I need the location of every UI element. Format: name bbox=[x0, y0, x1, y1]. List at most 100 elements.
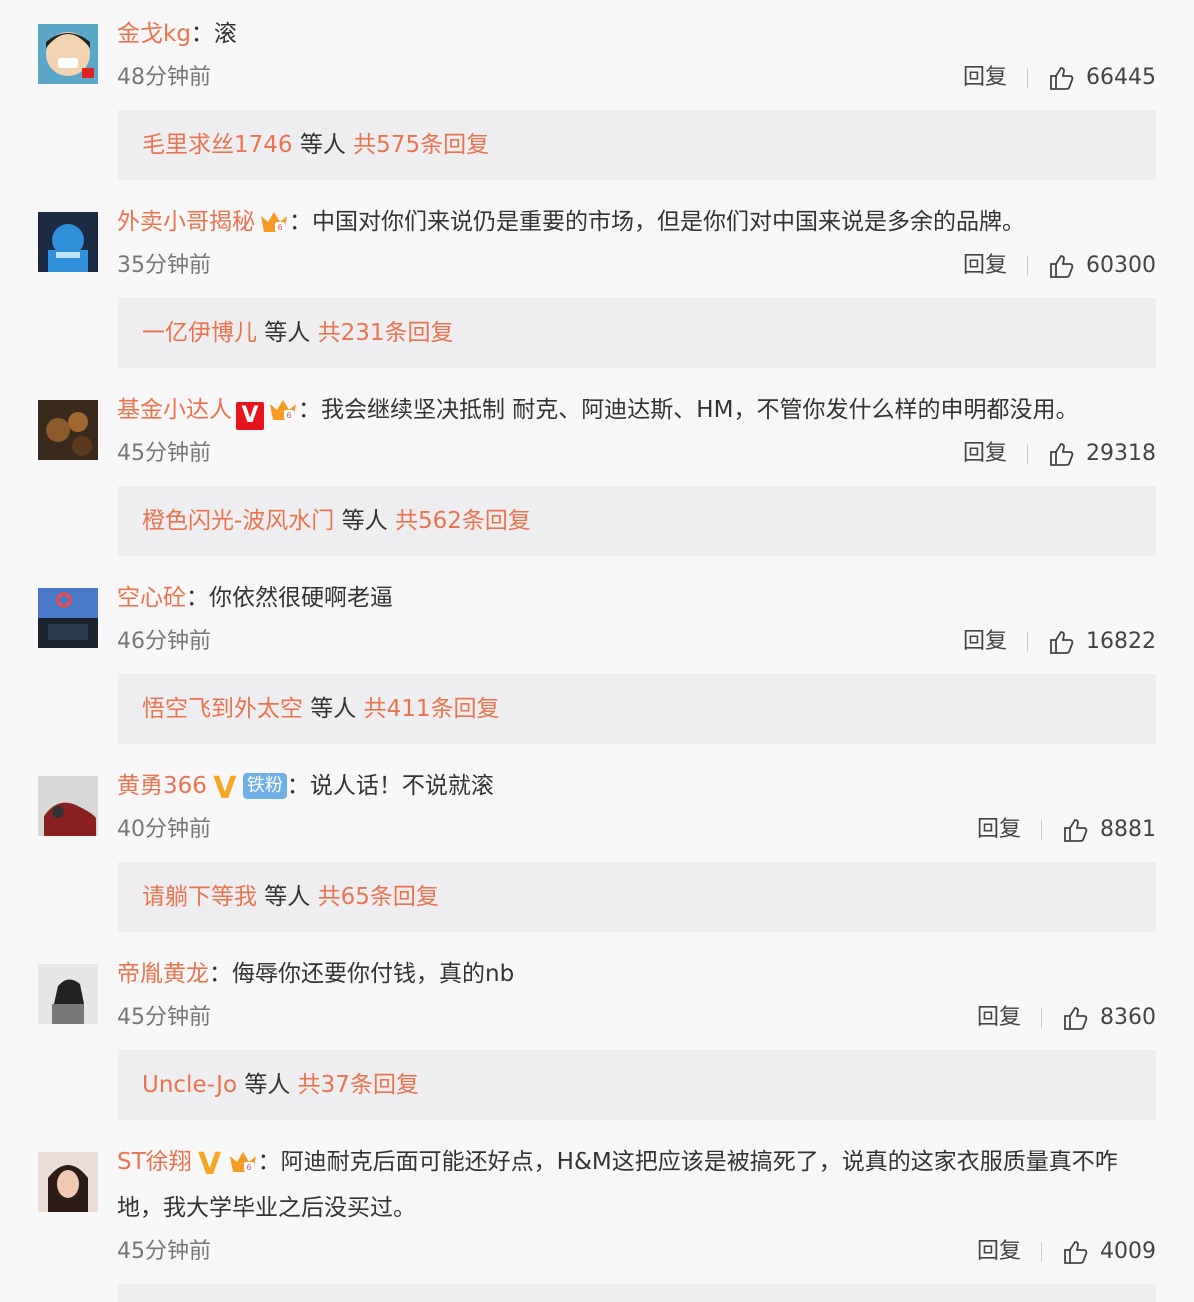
reply-summary[interactable]: 橙色闪光-波风水门 等人 共562条回复 bbox=[118, 486, 1156, 556]
reply-username[interactable]: Uncle-Jo bbox=[142, 1072, 237, 1098]
comment-meta: 45分钟前 回复 4009 bbox=[117, 1234, 1156, 1270]
reply-username[interactable]: 悟空飞到外太空 bbox=[142, 696, 303, 722]
comment-meta: 48分钟前 回复 66445 bbox=[117, 60, 1156, 96]
username[interactable]: 黄勇366 bbox=[117, 773, 207, 799]
comment-actions: 回复 29318 bbox=[963, 436, 1156, 472]
divider bbox=[1041, 820, 1042, 840]
comment-meta: 45分钟前 回复 29318 bbox=[117, 436, 1156, 472]
comment-actions: 回复 60300 bbox=[963, 248, 1156, 284]
fan-badge: 铁粉 bbox=[242, 773, 287, 799]
vip-crown-icon: 6 bbox=[261, 212, 287, 232]
reply-summary[interactable]: 悟空飞到外太空 等人 共411条回复 bbox=[118, 674, 1156, 744]
reply-button[interactable]: 回复 bbox=[977, 812, 1021, 848]
reply-total-link[interactable]: 共562条回复 bbox=[395, 508, 531, 534]
comment-text: 我会继续坚决抵制 耐克、阿迪达斯、HM，不管你发什么样的申明都没用。 bbox=[321, 397, 1079, 423]
verified-v-icon: V bbox=[213, 771, 237, 806]
timestamp: 35分钟前 bbox=[117, 253, 211, 278]
comment-meta: 46分钟前 回复 16822 bbox=[117, 624, 1156, 660]
username[interactable]: 外卖小哥揭秘 bbox=[117, 209, 255, 235]
comment-text: 滚 bbox=[213, 21, 237, 47]
comment-line: ST徐翔 V 6 ：阿迪耐克后面可能还好点，H&M这把应该是被搞死了，说真的这家衣服质… bbox=[117, 1139, 1154, 1231]
reply-username[interactable]: 橙色闪光-波风水门 bbox=[142, 508, 334, 534]
reply-button[interactable]: 回复 bbox=[963, 436, 1007, 472]
comment-item: 基金小达人 V 6 ：我会继续坚决抵制 耐克、阿迪达斯、HM，不管你发什么样的申明都没… bbox=[0, 376, 1194, 564]
username[interactable]: ST徐翔 bbox=[117, 1149, 192, 1175]
colon: ： bbox=[257, 1149, 281, 1175]
avatar[interactable] bbox=[38, 1152, 98, 1212]
comment-line: 金戈kg：滚 bbox=[117, 16, 1154, 52]
reply-mid-text: 等人 bbox=[257, 884, 318, 910]
avatar[interactable] bbox=[38, 24, 98, 84]
reply-summary[interactable]: 一亿伊博儿 等人 共231条回复 bbox=[118, 298, 1156, 368]
timestamp: 45分钟前 bbox=[117, 1005, 211, 1030]
reply-total-link[interactable]: 共411条回复 bbox=[364, 696, 500, 722]
svg-text:6: 6 bbox=[277, 223, 282, 232]
thumbs-up-icon[interactable] bbox=[1062, 1238, 1090, 1266]
avatar[interactable] bbox=[38, 400, 98, 460]
reply-button[interactable]: 回复 bbox=[977, 1000, 1021, 1036]
comment-line: 黄勇366 V 铁粉 ：说人话！不说就滚 bbox=[117, 768, 1154, 804]
colon: ： bbox=[289, 209, 312, 235]
reply-username[interactable]: 毛里求丝1746 bbox=[142, 132, 293, 158]
reply-button[interactable]: 回复 bbox=[963, 60, 1007, 96]
comment-actions: 回复 8360 bbox=[977, 1000, 1156, 1036]
avatar[interactable] bbox=[38, 964, 98, 1024]
divider bbox=[1027, 68, 1028, 88]
reply-summary-partial bbox=[118, 1284, 1156, 1302]
comment-actions: 回复 4009 bbox=[977, 1234, 1156, 1270]
reply-summary[interactable]: 毛里求丝1746 等人 共575条回复 bbox=[118, 110, 1156, 180]
username[interactable]: 金戈kg bbox=[117, 21, 191, 47]
comment-item: 空心砼：你依然很硬啊老逼 46分钟前 回复 16822 悟空飞到外太空 等人 共… bbox=[0, 564, 1194, 752]
reply-mid-text: 等人 bbox=[334, 508, 395, 534]
reply-mid-text: 等人 bbox=[292, 132, 354, 158]
colon: ： bbox=[190, 21, 214, 47]
comment-line: 空心砼：你依然很硬啊老逼 bbox=[117, 580, 1154, 616]
reply-button[interactable]: 回复 bbox=[963, 248, 1007, 284]
divider bbox=[1027, 632, 1028, 652]
verified-v-icon: V bbox=[236, 402, 264, 430]
reply-total-link[interactable]: 共65条回复 bbox=[318, 884, 439, 910]
username[interactable]: 空心砼 bbox=[117, 585, 186, 611]
timestamp: 45分钟前 bbox=[117, 1239, 211, 1264]
like-count: 4009 bbox=[1100, 1239, 1156, 1264]
avatar[interactable] bbox=[38, 212, 98, 272]
reply-total-link[interactable]: 共575条回复 bbox=[353, 132, 489, 158]
colon: ： bbox=[186, 585, 209, 611]
comment-item: ST徐翔 V 6 ：阿迪耐克后面可能还好点，H&M这把应该是被搞死了，说真的这家衣服质… bbox=[0, 1128, 1194, 1302]
thumbs-up-icon[interactable] bbox=[1062, 816, 1090, 844]
reply-button[interactable]: 回复 bbox=[977, 1234, 1021, 1270]
reply-username[interactable]: 一亿伊博儿 bbox=[142, 320, 257, 346]
comment-text: 说人话！不说就滚 bbox=[309, 773, 494, 799]
verified-v-icon: V bbox=[198, 1147, 222, 1182]
timestamp: 45分钟前 bbox=[117, 441, 211, 466]
reply-total-link[interactable]: 共37条回复 bbox=[298, 1072, 419, 1098]
timestamp: 48分钟前 bbox=[117, 65, 211, 90]
colon: ： bbox=[209, 961, 232, 987]
avatar[interactable] bbox=[38, 588, 98, 648]
thumbs-up-icon[interactable] bbox=[1048, 440, 1076, 468]
thumbs-up-icon[interactable] bbox=[1048, 64, 1076, 92]
thumbs-up-icon[interactable] bbox=[1048, 252, 1076, 280]
username[interactable]: 基金小达人 bbox=[117, 397, 232, 423]
thumbs-up-icon[interactable] bbox=[1062, 1004, 1090, 1032]
svg-text:6: 6 bbox=[246, 1163, 251, 1172]
divider bbox=[1027, 256, 1028, 276]
reply-button[interactable]: 回复 bbox=[963, 624, 1007, 660]
timestamp: 40分钟前 bbox=[117, 817, 211, 842]
comment-meta: 35分钟前 回复 60300 bbox=[117, 248, 1156, 284]
comment-actions: 回复 66445 bbox=[963, 60, 1156, 96]
comment-actions: 回复 8881 bbox=[977, 812, 1156, 848]
reply-username[interactable]: 请躺下等我 bbox=[142, 884, 257, 910]
reply-summary[interactable]: 请躺下等我 等人 共65条回复 bbox=[118, 862, 1156, 932]
comment-line: 帝胤黄龙：侮辱你还要你付钱，真的nb bbox=[117, 956, 1154, 992]
divider bbox=[1041, 1242, 1042, 1262]
avatar[interactable] bbox=[38, 776, 98, 836]
comment-text: 中国对你们来说仍是重要的市场，但是你们对中国来说是多余的品牌。 bbox=[312, 209, 1025, 235]
username[interactable]: 帝胤黄龙 bbox=[117, 961, 209, 987]
reply-summary[interactable]: Uncle-Jo 等人 共37条回复 bbox=[118, 1050, 1156, 1120]
svg-text:6: 6 bbox=[286, 411, 291, 420]
reply-total-link[interactable]: 共231条回复 bbox=[318, 320, 454, 346]
thumbs-up-icon[interactable] bbox=[1048, 628, 1076, 656]
timestamp: 46分钟前 bbox=[117, 629, 211, 654]
reply-mid-text: 等人 bbox=[303, 696, 364, 722]
